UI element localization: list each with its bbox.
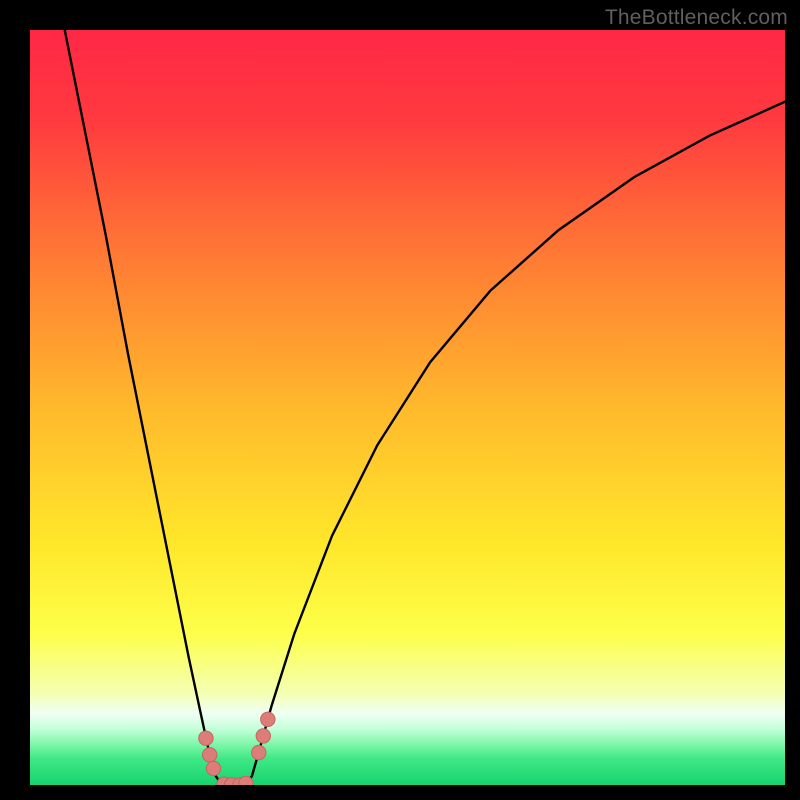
chart-frame: TheBottleneck.com: [0, 0, 800, 800]
data-marker: [252, 745, 266, 759]
curve-layer: [30, 30, 785, 785]
watermark-label: TheBottleneck.com: [605, 6, 788, 30]
data-marker: [261, 712, 275, 726]
plot-area: [30, 30, 785, 785]
data-marker: [202, 748, 216, 762]
data-marker: [256, 729, 270, 743]
marker-group: [199, 712, 275, 785]
bottleneck-curve: [60, 30, 785, 785]
data-marker: [199, 731, 213, 745]
data-marker: [206, 761, 220, 775]
